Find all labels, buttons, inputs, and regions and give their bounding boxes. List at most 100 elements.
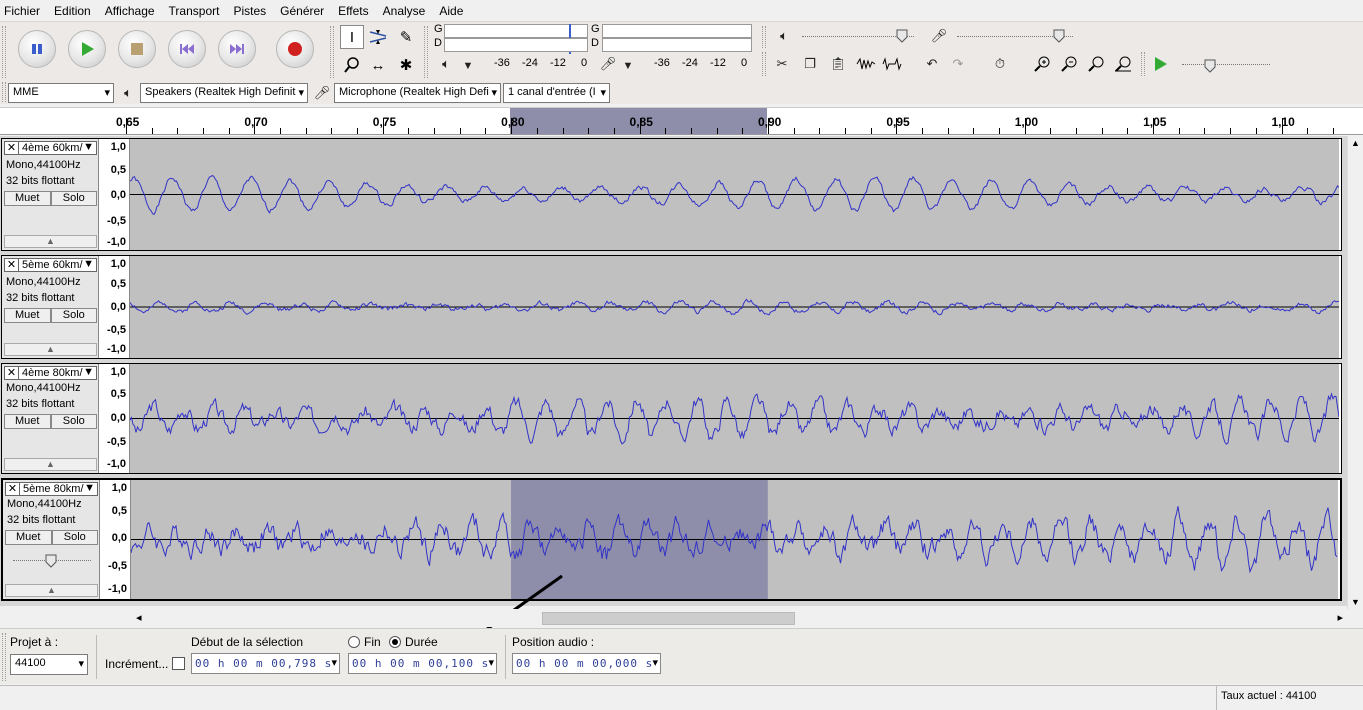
chevron-down-icon[interactable]: ▼ — [84, 482, 95, 494]
chevron-down-icon[interactable]: ▼ — [83, 141, 94, 153]
mute-button[interactable]: Muet — [4, 308, 51, 323]
playback-meter-right[interactable] — [444, 38, 588, 52]
toolbar-grip[interactable] — [762, 52, 766, 76]
collapse-track-button[interactable]: ▲ — [4, 458, 97, 471]
audio-position-time[interactable]: 00 h 00 m 00,000 s ▾ — [512, 653, 661, 674]
close-icon[interactable]: ✕ — [5, 259, 19, 271]
selection-tool[interactable]: I — [340, 25, 364, 49]
output-volume-slider[interactable] — [802, 29, 914, 43]
menu-aide[interactable]: Aide — [439, 4, 463, 18]
copy-icon[interactable]: ❐ — [798, 52, 822, 76]
horizontal-scrollbar[interactable]: ◂ ▸ — [130, 609, 1345, 627]
sync-lock-icon[interactable]: ⏱︎ — [988, 52, 1012, 76]
track-name-menu[interactable]: ✕ 5ème 80km/▼ — [5, 482, 98, 496]
scroll-left-icon[interactable]: ◂ — [136, 611, 142, 624]
record-meter[interactable] — [602, 24, 752, 38]
audio-track[interactable]: ✕ 4ème 60km/▼ Mono,44100Hz 32 bits flotta… — [1, 138, 1342, 251]
play-button[interactable] — [68, 30, 106, 68]
fit-selection-icon[interactable] — [1084, 52, 1108, 76]
undo-icon[interactable]: ↶ — [920, 52, 944, 76]
track-name-menu[interactable]: ✕ 4ème 80km/▼ — [4, 366, 97, 380]
slider-thumb-icon[interactable] — [1204, 59, 1216, 73]
input-channels-select[interactable]: 1 canal d'entrée (I — [503, 83, 610, 103]
gain-slider[interactable] — [13, 554, 91, 568]
length-radio[interactable] — [389, 636, 401, 648]
close-icon[interactable]: ✕ — [5, 142, 19, 154]
record-meter-right[interactable] — [602, 38, 752, 52]
toolbar-grip[interactable] — [424, 26, 428, 78]
toolbar-grip[interactable] — [2, 26, 6, 78]
silence-icon[interactable] — [880, 52, 904, 76]
scroll-up-icon[interactable]: ▲ — [1351, 138, 1360, 148]
redo-icon[interactable]: ↷ — [946, 52, 970, 76]
chevron-down-icon[interactable]: ▼ — [456, 54, 480, 78]
waveform[interactable] — [130, 139, 1339, 250]
audio-host-select[interactable]: MME — [8, 83, 114, 103]
input-volume-slider[interactable] — [957, 29, 1073, 43]
zoom-in-icon[interactable] — [1030, 52, 1054, 76]
chevron-down-icon[interactable]: ▼ — [83, 366, 94, 378]
menu-fichier[interactable]: Fichier — [4, 4, 40, 18]
mute-button[interactable]: Muet — [4, 191, 51, 206]
slider-thumb-icon[interactable] — [896, 29, 908, 43]
zoom-tool[interactable] — [340, 53, 364, 77]
chevron-down-icon[interactable]: ▼ — [616, 54, 640, 78]
input-device-select[interactable]: Microphone (Realtek High Defi — [334, 83, 501, 103]
play-speed-slider[interactable] — [1182, 59, 1270, 73]
toolbar-grip[interactable] — [330, 26, 334, 78]
skip-start-button[interactable] — [168, 30, 206, 68]
close-icon[interactable]: ✕ — [6, 483, 20, 495]
toolbar-grip[interactable] — [1141, 52, 1145, 76]
menu-affichage[interactable]: Affichage — [105, 4, 155, 18]
track-name-menu[interactable]: ✕ 4ème 60km/▼ — [4, 141, 97, 155]
fit-project-icon[interactable] — [1111, 52, 1135, 76]
project-rate-select[interactable]: 44100 — [10, 654, 88, 675]
toolbar-grip[interactable] — [2, 82, 6, 102]
menu-transport[interactable]: Transport — [169, 4, 220, 18]
slider-thumb-icon[interactable] — [1053, 29, 1065, 43]
envelope-tool[interactable] — [366, 25, 390, 49]
paste-icon[interactable]: 📋︎ — [826, 52, 850, 76]
cut-icon[interactable]: ✂ — [770, 52, 794, 76]
multi-tool[interactable]: ✱ — [394, 53, 418, 77]
play-at-speed-button[interactable] — [1149, 52, 1173, 76]
audio-track[interactable]: ✕ 4ème 80km/▼ Mono,44100Hz 32 bits flotta… — [1, 363, 1342, 474]
scroll-down-icon[interactable]: ▼ — [1351, 597, 1360, 607]
timeline-ruler[interactable]: 0,65 0,70 0,75 0,80 0,85 0,90 0,95 1,00 1,05 1,10 — [0, 107, 1363, 135]
solo-button[interactable]: Solo — [50, 191, 97, 206]
record-button[interactable] — [276, 30, 314, 68]
selection-start-time[interactable]: 00 h 00 m 00,798 s ▾ — [191, 653, 340, 674]
chevron-down-icon[interactable]: ▾ — [652, 656, 659, 669]
scroll-right-icon[interactable]: ▸ — [1337, 611, 1343, 624]
collapse-track-button[interactable]: ▲ — [5, 584, 98, 597]
selection-length-time[interactable]: 00 h 00 m 00,100 s ▾ — [348, 653, 497, 674]
close-icon[interactable]: ✕ — [5, 367, 19, 379]
end-radio[interactable] — [348, 636, 360, 648]
zoom-out-icon[interactable] — [1057, 52, 1081, 76]
speaker-icon[interactable]: 🔈︎ — [434, 52, 458, 76]
chevron-down-icon[interactable]: ▼ — [83, 258, 94, 270]
stop-button[interactable] — [118, 30, 156, 68]
collapse-track-button[interactable]: ▲ — [4, 343, 97, 356]
collapse-track-button[interactable]: ▲ — [4, 235, 97, 248]
solo-button[interactable]: Solo — [50, 414, 97, 429]
vertical-scrollbar[interactable]: ▲ ▼ — [1347, 136, 1363, 609]
slider-thumb-icon[interactable] — [45, 554, 57, 568]
skip-end-button[interactable] — [218, 30, 256, 68]
toolbar-grip[interactable] — [2, 633, 6, 681]
solo-button[interactable]: Solo — [51, 530, 98, 545]
playback-meter[interactable] — [444, 24, 588, 54]
snap-to-checkbox[interactable] — [172, 657, 185, 670]
timeshift-tool[interactable]: ↔ — [366, 53, 390, 77]
waveform[interactable] — [130, 256, 1339, 358]
pause-button[interactable] — [18, 30, 56, 68]
menu-generer[interactable]: Générer — [280, 4, 324, 18]
waveform[interactable] — [131, 480, 1338, 599]
waveform[interactable] — [130, 364, 1339, 473]
track-name-menu[interactable]: ✕ 5ème 60km/▼ — [4, 258, 97, 272]
solo-button[interactable]: Solo — [50, 308, 97, 323]
chevron-down-icon[interactable]: ▾ — [331, 656, 338, 669]
draw-tool[interactable]: ✎ — [394, 25, 418, 49]
toolbar-grip[interactable] — [762, 26, 766, 48]
trim-icon[interactable] — [854, 52, 878, 76]
